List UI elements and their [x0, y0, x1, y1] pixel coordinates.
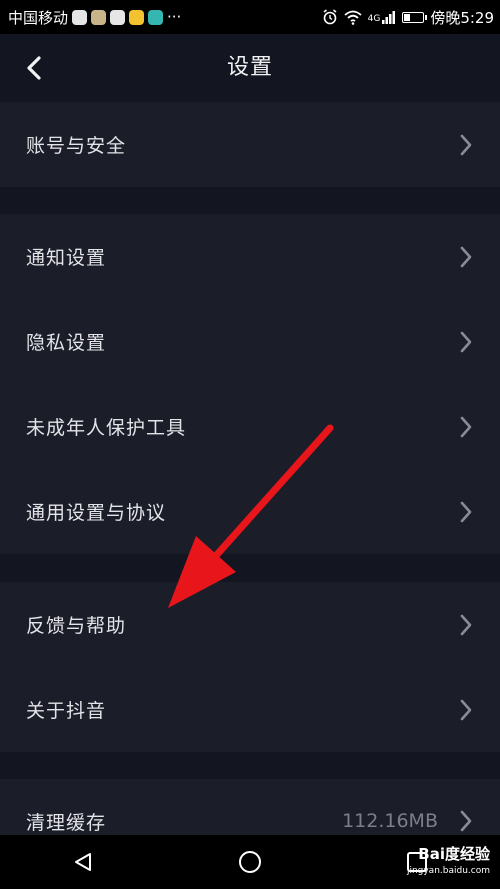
- setting-label: 账号与安全: [26, 135, 127, 157]
- settings-header: 设置: [0, 34, 500, 102]
- settings-group-storage: 清理缓存 112.16MB: [0, 779, 500, 835]
- setting-label: 通用设置与协议: [26, 502, 167, 524]
- more-notifications: ···: [167, 8, 182, 26]
- cache-size-value: 112.16MB: [342, 810, 438, 832]
- setting-row-about[interactable]: 关于抖音: [0, 667, 500, 752]
- setting-row-clear-cache[interactable]: 清理缓存 112.16MB: [0, 779, 500, 835]
- chevron-right-icon: [456, 696, 476, 724]
- setting-row-general-agreements[interactable]: 通用设置与协议: [0, 469, 500, 554]
- taxi-app-icon: [129, 9, 145, 25]
- setting-row-feedback-help[interactable]: 反馈与帮助: [0, 582, 500, 667]
- setting-label: 隐私设置: [26, 332, 107, 354]
- back-button[interactable]: [18, 52, 50, 84]
- chevron-right-icon: [456, 243, 476, 271]
- status-bar-right: 4G 傍晚5:29: [322, 7, 494, 28]
- nav-back-button[interactable]: [63, 842, 103, 882]
- baidu-watermark: Bai度经验 jingyan.baidu.com: [407, 847, 490, 879]
- nav-home-button[interactable]: [230, 842, 270, 882]
- setting-row-notifications[interactable]: 通知设置: [0, 214, 500, 299]
- game-app-icon: [148, 9, 164, 25]
- setting-label: 通知设置: [26, 247, 107, 269]
- settings-group-account: 账号与安全: [0, 102, 500, 187]
- alarm-icon: [323, 9, 337, 25]
- watermark-brand: Bai度经验: [418, 845, 490, 863]
- triangle-back-icon: [75, 853, 92, 871]
- page-title: 设置: [226, 55, 273, 80]
- chevron-right-icon: [456, 131, 476, 159]
- setting-label: 反馈与帮助: [26, 615, 127, 637]
- setting-label: 未成年人保护工具: [26, 417, 187, 439]
- chevron-right-icon: [456, 328, 476, 356]
- wifi-icon: [344, 10, 362, 25]
- clock: 傍晚5:29: [430, 8, 494, 27]
- carrier-name: 中国移动: [8, 8, 69, 27]
- chevron-right-icon: [456, 611, 476, 639]
- setting-row-minor-protection[interactable]: 未成年人保护工具: [0, 384, 500, 469]
- network-type: 4G: [367, 13, 381, 24]
- settings-group-general: 通知设置 隐私设置 未成年人保护工具 通用设置与协议: [0, 214, 500, 554]
- status-bar-left: 中国移动 ···: [8, 7, 181, 28]
- status-bar: 中国移动 ··· 4G 傍晚5:29: [0, 0, 500, 34]
- setting-row-privacy[interactable]: 隐私设置: [0, 299, 500, 384]
- settings-group-help: 反馈与帮助 关于抖音: [0, 582, 500, 752]
- circle-home-icon: [238, 851, 261, 873]
- watermark-url: jingyan.baidu.com: [406, 866, 490, 876]
- setting-label: 关于抖音: [26, 700, 107, 722]
- battery-icon: [402, 11, 428, 23]
- telegram-icon: [110, 9, 126, 25]
- chevron-left-icon: [27, 56, 41, 80]
- tiktok-app-icon: [72, 9, 88, 25]
- chevron-right-icon: [456, 807, 476, 835]
- app-notification-icon: [91, 9, 107, 25]
- chevron-right-icon: [456, 413, 476, 441]
- chevron-right-icon: [456, 498, 476, 526]
- setting-row-account-security[interactable]: 账号与安全: [0, 102, 500, 187]
- setting-label: 清理缓存: [26, 811, 107, 834]
- signal-icon: [382, 11, 396, 24]
